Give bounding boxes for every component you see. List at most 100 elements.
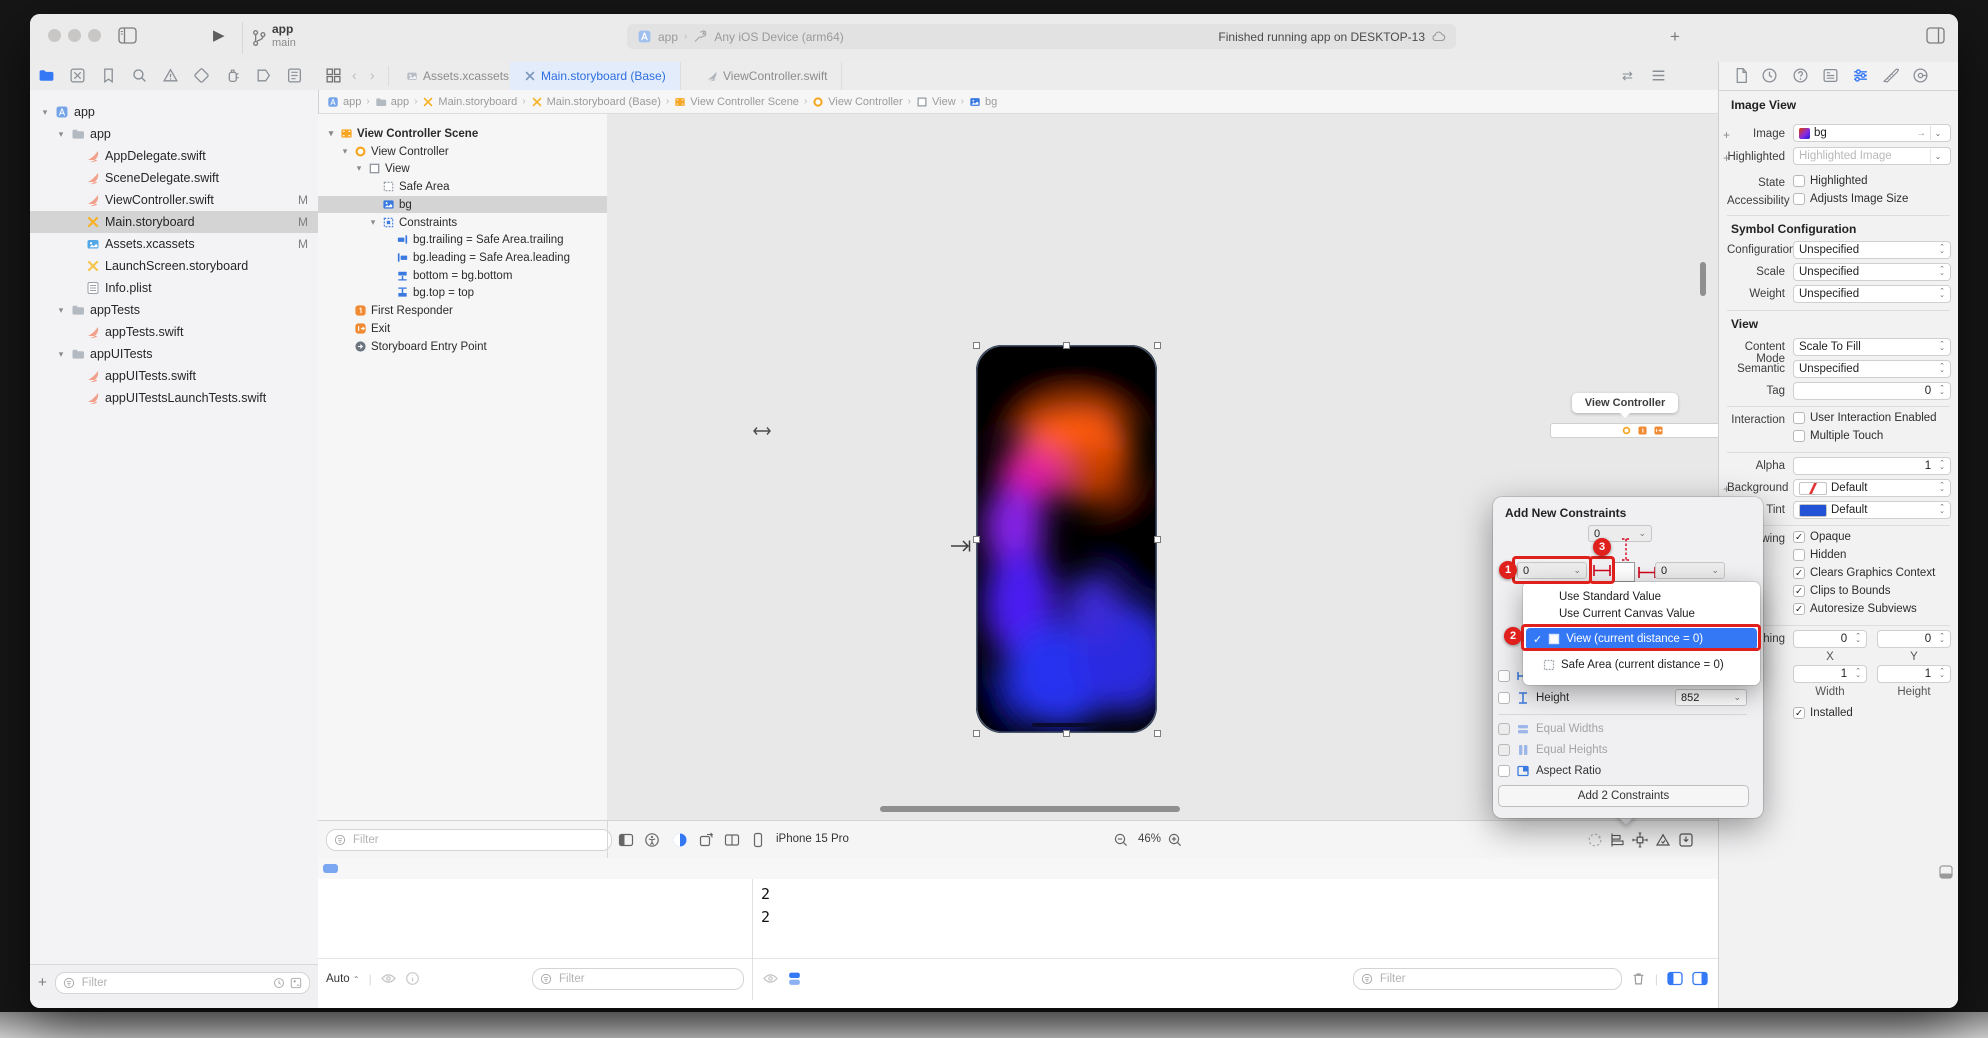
chevron-down-icon[interactable]: ▾: [56, 305, 66, 316]
top-ibeam-icon[interactable]: [1620, 537, 1632, 562]
chevron-down-icon[interactable]: ▾: [340, 146, 350, 157]
chevron-down-icon[interactable]: ⌄: [1930, 126, 1945, 140]
align-icon[interactable]: [1610, 832, 1626, 848]
alpha-field[interactable]: 1 ⌃ ⌄: [1793, 457, 1951, 475]
related-items-icon[interactable]: [325, 67, 342, 84]
outline-row-scene[interactable]: ▾ View Controller Scene: [318, 125, 607, 142]
navigator-row-folder-appuitests[interactable]: ▾ appUITests: [30, 343, 318, 365]
breadcrumb-scene[interactable]: View Controller Scene: [674, 96, 799, 108]
bookmark-navigator-icon[interactable]: [100, 67, 117, 84]
toggle-inspector-icon[interactable]: [1926, 27, 1945, 44]
adjusts-image-size-checkbox[interactable]: [1793, 193, 1805, 205]
scheme-name[interactable]: app: [658, 30, 678, 44]
outline-row-constraint-trailing[interactable]: bg.trailing = Safe Area.trailing: [318, 231, 607, 248]
stretch-y-field[interactable]: 0 ⌃ ⌄: [1877, 630, 1951, 648]
console-mode-icon[interactable]: [787, 971, 802, 986]
autoresize-checkbox[interactable]: ✓: [1793, 603, 1805, 615]
report-navigator-icon[interactable]: [286, 67, 303, 84]
add-constraints-button[interactable]: Add 2 Constraints: [1498, 785, 1749, 807]
tab-assets[interactable]: Assets.xcassets: [392, 62, 525, 90]
navigator-filter-field[interactable]: [54, 971, 310, 994]
add-constraints-icon[interactable]: [1632, 832, 1648, 848]
scene-dock-bar[interactable]: [1550, 423, 1718, 438]
configuration-select[interactable]: Unspecified ⌃ ⌄: [1793, 241, 1951, 259]
aspect-ratio-checkbox[interactable]: [1498, 765, 1510, 777]
semantic-select[interactable]: Unspecified ⌃ ⌄: [1793, 360, 1951, 378]
width-checkbox[interactable]: [1498, 670, 1510, 682]
navigator-row-appuitests-launch[interactable]: appUITestsLaunchTests.swift: [30, 387, 318, 409]
navigator-row-infoplist[interactable]: Info.plist: [30, 277, 318, 299]
stretch-x-field[interactable]: 0 ⌃ ⌄: [1793, 630, 1867, 648]
resolve-autolayout-icon[interactable]: [1655, 832, 1671, 848]
selection-handle[interactable]: [1154, 342, 1161, 349]
outline-row-first-responder[interactable]: First Responder: [318, 302, 607, 319]
zoom-window-icon[interactable]: [88, 29, 101, 42]
breadcrumb-app-folder[interactable]: app: [375, 96, 409, 108]
hidden-checkbox[interactable]: [1793, 549, 1805, 561]
selection-handle[interactable]: [1154, 536, 1161, 543]
chevron-down-icon[interactable]: ⌄: [1930, 149, 1945, 163]
stretch-width-field[interactable]: 1 ⌃ ⌄: [1793, 665, 1867, 683]
recents-clock-icon[interactable]: [273, 977, 285, 989]
navigator-row-folder-app[interactable]: ▾ app: [30, 123, 318, 145]
clears-graphics-checkbox[interactable]: ✓: [1793, 567, 1805, 579]
close-window-icon[interactable]: [48, 29, 61, 42]
size-inspector-icon[interactable]: [1882, 67, 1899, 84]
branch-name[interactable]: main: [272, 37, 296, 49]
installed-checkbox[interactable]: ✓: [1793, 707, 1805, 719]
tag-field[interactable]: 0 ⌃ ⌄: [1793, 382, 1951, 400]
hide-outline-icon[interactable]: [618, 832, 634, 848]
highlighted-combo[interactable]: Highlighted Image ⌄: [1793, 147, 1951, 165]
console-filter-field[interactable]: [1352, 967, 1622, 990]
run-destination[interactable]: Any iOS Device (arm64): [714, 30, 843, 44]
navigator-row-folder-apptests[interactable]: ▾ appTests: [30, 299, 318, 321]
opaque-checkbox[interactable]: ✓: [1793, 531, 1805, 543]
highlighted-checkbox[interactable]: [1793, 175, 1805, 187]
test-navigator-icon[interactable]: [193, 67, 210, 84]
stretch-height-field[interactable]: 1 ⌃ ⌄: [1877, 665, 1951, 683]
horizontal-scrollbar[interactable]: [880, 806, 1180, 812]
breadcrumb-storyboard[interactable]: Main.storyboard: [422, 96, 517, 108]
equal-heights-checkbox[interactable]: [1498, 744, 1510, 756]
update-frames-icon[interactable]: [1587, 832, 1603, 848]
file-inspector-icon[interactable]: [1733, 67, 1750, 84]
selection-handle[interactable]: [973, 730, 980, 737]
source-control-navigator-icon[interactable]: [69, 67, 86, 84]
eye-icon[interactable]: [381, 971, 396, 986]
background-color-well[interactable]: [1799, 481, 1827, 495]
find-navigator-icon[interactable]: [131, 67, 148, 84]
trash-icon[interactable]: [1631, 971, 1646, 986]
dock-first-responder-icon[interactable]: [1637, 426, 1647, 435]
history-inspector-icon[interactable]: [1761, 67, 1778, 84]
eye-icon[interactable]: [763, 971, 778, 986]
outline-row-entry-point[interactable]: Storyboard Entry Point: [318, 338, 607, 355]
outline-row-view[interactable]: ▾ View: [318, 160, 607, 177]
navigator-row-assets[interactable]: Assets.xcassets M: [30, 233, 318, 255]
project-name[interactable]: app: [272, 22, 293, 36]
content-mode-select[interactable]: Scale To Fill ⌃ ⌄: [1793, 338, 1951, 356]
connections-inspector-icon[interactable]: [1912, 67, 1929, 84]
tint-color-well[interactable]: [1799, 503, 1827, 517]
help-inspector-icon[interactable]: [1792, 67, 1809, 84]
menu-item-canvas[interactable]: Use Current Canvas Value: [1529, 605, 1754, 622]
selection-handle[interactable]: [1154, 730, 1161, 737]
background-select[interactable]: Default ⌃ ⌄: [1793, 479, 1951, 497]
outline-filter-input[interactable]: [351, 833, 604, 847]
selection-handle[interactable]: [973, 536, 980, 543]
height-value-field[interactable]: 852 ⌄: [1675, 689, 1747, 706]
chevron-down-icon[interactable]: ▾: [368, 217, 378, 228]
show-variables-panel-icon[interactable]: [1667, 971, 1683, 986]
chevron-down-icon[interactable]: ▾: [56, 349, 66, 360]
outline-filter-field[interactable]: [326, 829, 612, 851]
breadcrumb-bg[interactable]: bg: [969, 96, 997, 108]
selection-handle[interactable]: [973, 342, 980, 349]
variables-scope-select[interactable]: Auto ⌃: [326, 973, 360, 985]
equal-widths-checkbox[interactable]: [1498, 723, 1510, 735]
panel-corner-icon[interactable]: [1939, 865, 1953, 879]
outline-row-view-controller[interactable]: ▾ View Controller: [318, 143, 607, 160]
split-preview-icon[interactable]: [724, 832, 740, 848]
zoom-out-icon[interactable]: [1113, 832, 1129, 848]
minimize-window-icon[interactable]: [68, 29, 81, 42]
dock-exit-icon[interactable]: [1653, 426, 1663, 435]
color-scheme-toggle-icon[interactable]: [672, 832, 688, 848]
